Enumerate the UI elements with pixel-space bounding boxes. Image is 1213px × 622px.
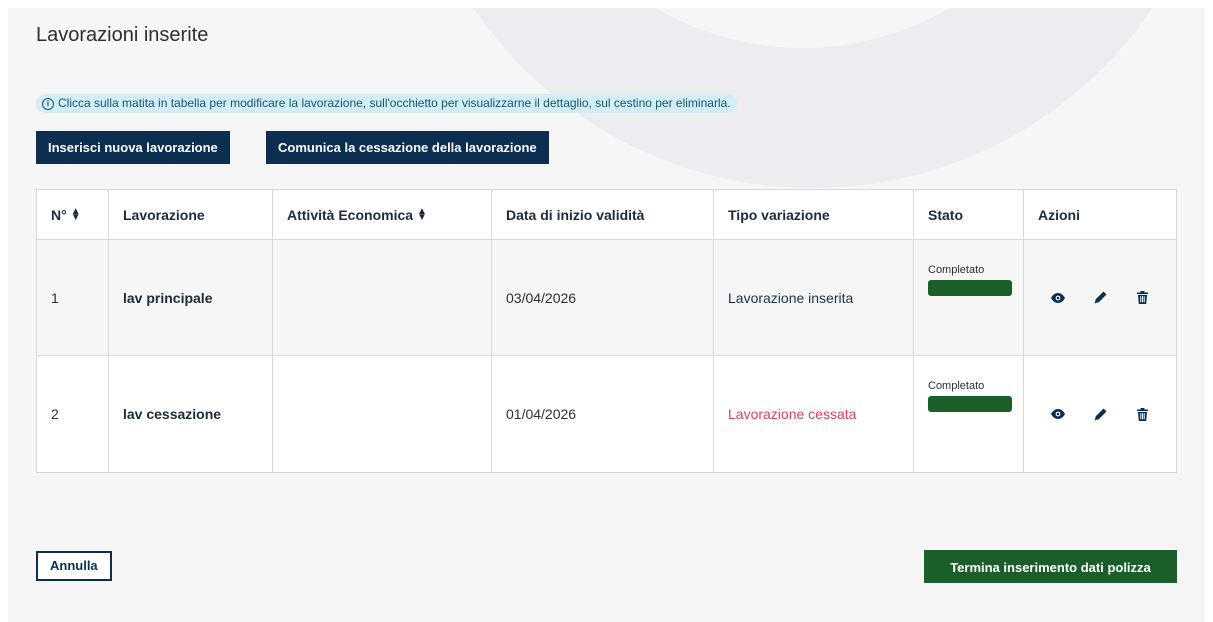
sort-icon[interactable]: ▲ ▼: [71, 206, 81, 222]
eye-icon[interactable]: [1050, 406, 1066, 422]
header-num-label: N°: [51, 206, 67, 223]
header-data: Data di inizio validità: [492, 190, 714, 240]
header-tipo: Tipo variazione: [714, 190, 914, 240]
table-row: 2 lav cessazione 01/04/2026 Lavorazione …: [37, 356, 1176, 472]
cell-num: 1: [37, 240, 109, 356]
cell-data: 03/04/2026: [492, 240, 714, 356]
header-lavorazione: Lavorazione: [109, 190, 273, 240]
trash-icon[interactable]: [1134, 290, 1150, 306]
header-num[interactable]: N° ▲ ▼: [37, 190, 109, 240]
header-azioni: Azioni: [1024, 190, 1176, 240]
stato-label: Completato: [928, 264, 985, 276]
header-attivita-label: Attività Economica: [287, 206, 414, 223]
stato-progress-bar: [928, 396, 1012, 412]
table-header: N° ▲ ▼ Lavorazione Attività Economica ▲ ▼ …: [37, 190, 1176, 240]
pencil-icon[interactable]: [1092, 290, 1108, 306]
cancel-button[interactable]: Annulla: [36, 551, 112, 581]
cell-azioni: [1024, 356, 1176, 472]
cell-attivita: [273, 240, 492, 356]
sort-icon[interactable]: ▲ ▼: [417, 206, 427, 222]
content-panel: Lavorazioni inserite i Clicca sulla mati…: [8, 8, 1205, 622]
info-circle-icon: i: [42, 97, 54, 110]
cell-tipo-variazione: Lavorazione cessata: [714, 356, 914, 472]
cell-stato: Completato: [914, 240, 1024, 356]
trash-icon[interactable]: [1134, 406, 1150, 422]
stato-label: Completato: [928, 380, 985, 392]
pencil-icon[interactable]: [1092, 406, 1108, 422]
cell-tipo-variazione: Lavorazione inserita: [714, 240, 914, 356]
cell-lavorazione: lav cessazione: [109, 356, 273, 472]
page-title: Lavorazioni inserite: [36, 24, 209, 46]
page: Lavorazioni inserite i Clicca sulla mati…: [0, 0, 1213, 622]
eye-icon[interactable]: [1050, 290, 1066, 306]
info-text: Clicca sulla matita in tabella per modif…: [58, 96, 731, 110]
header-lavorazione-label: Lavorazione: [123, 206, 205, 223]
cessation-lavorazione-button[interactable]: Comunica la cessazione della lavorazione: [266, 131, 549, 164]
header-azioni-label: Azioni: [1038, 206, 1080, 223]
stato-progress-bar: [928, 280, 1012, 296]
header-data-label: Data di inizio validità: [506, 206, 645, 223]
header-tipo-label: Tipo variazione: [728, 206, 830, 223]
table-row: 1 lav principale 03/04/2026 Lavorazione …: [37, 240, 1176, 356]
cell-attivita: [273, 356, 492, 472]
lavorazioni-table: N° ▲ ▼ Lavorazione Attività Economica ▲ ▼ …: [36, 189, 1177, 473]
header-stato: Stato: [914, 190, 1024, 240]
cell-lavorazione: lav principale: [109, 240, 273, 356]
finish-policy-button[interactable]: Termina inserimento dati polizza: [924, 550, 1177, 583]
header-stato-label: Stato: [928, 206, 963, 223]
cell-data: 01/04/2026: [492, 356, 714, 472]
insert-lavorazione-button[interactable]: Inserisci nuova lavorazione: [36, 131, 230, 164]
header-attivita[interactable]: Attività Economica ▲ ▼: [273, 190, 492, 240]
cell-num: 2: [37, 356, 109, 472]
info-banner: i Clicca sulla matita in tabella per mod…: [36, 94, 737, 113]
cell-azioni: [1024, 240, 1176, 356]
cell-stato: Completato: [914, 356, 1024, 472]
